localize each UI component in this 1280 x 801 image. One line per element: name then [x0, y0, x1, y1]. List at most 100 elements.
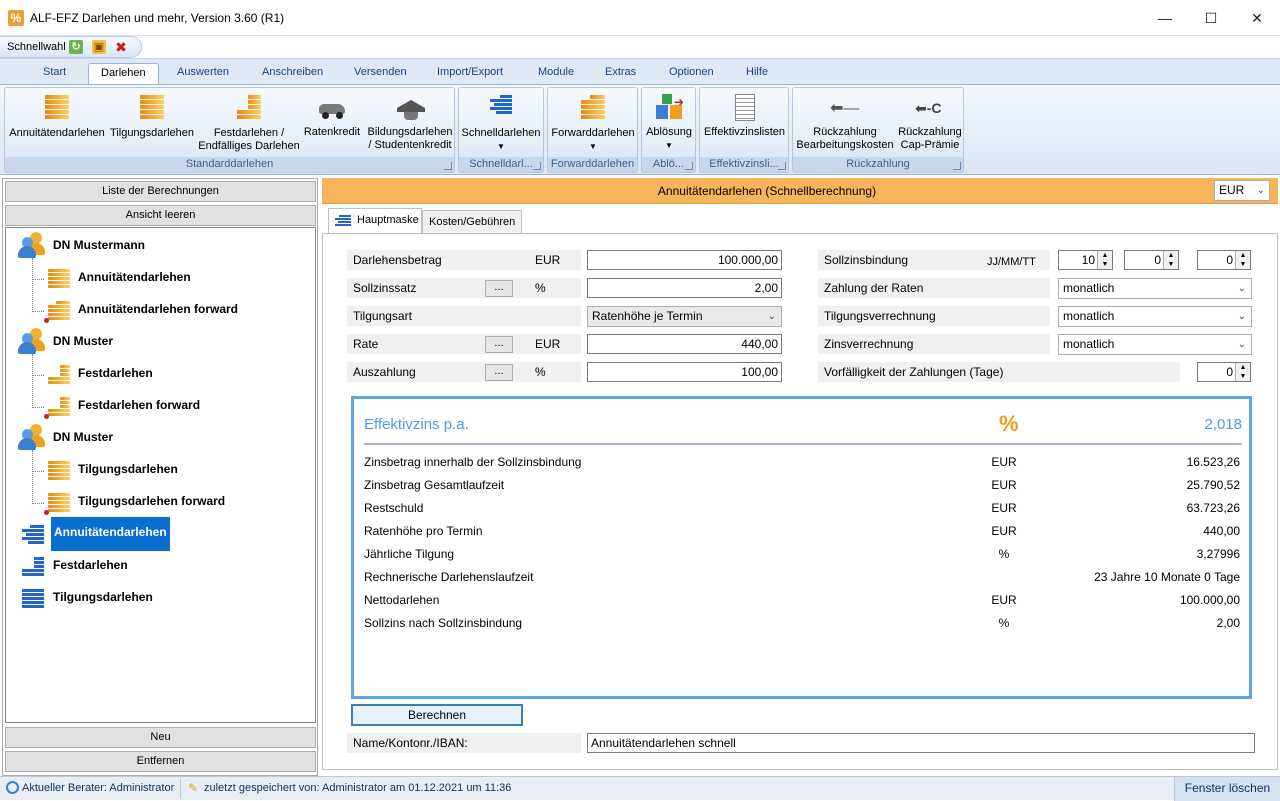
tree-item[interactable]: Tilgungsdarlehen [75, 459, 181, 479]
list-of-calculations-button[interactable]: Liste der Berechnungen [5, 181, 316, 202]
abloesung-button[interactable]: ➜ Ablösung ▼ [643, 94, 695, 152]
sollzinsbindung-years-stepper[interactable]: 10 ▲ ▼ [1058, 250, 1113, 270]
group-label-forwarddarlehen: Forwarddarlehen [548, 157, 637, 172]
clear-window-button[interactable]: Fenster löschen [1174, 777, 1280, 801]
result-value: 100.000,00 [1179, 593, 1240, 607]
zinsverrechnung-label: Zinsverrechnung [818, 334, 1050, 354]
tab-optionen[interactable]: Optionen [657, 63, 726, 85]
maximize-button[interactable]: ☐ [1188, 0, 1234, 36]
auszahlung-dots-button[interactable]: ... [485, 364, 513, 381]
result-value: 2,00 [1216, 616, 1240, 630]
car-icon [317, 94, 347, 122]
sollzinsbindung-days-stepper[interactable]: 0 ▲ ▼ [1197, 250, 1251, 270]
annuitaetendarlehen-button[interactable]: Annuitätendarlehen [7, 94, 107, 140]
berechnen-button[interactable]: Berechnen [351, 704, 523, 726]
group-schnelldarlehen: Schnelldarlehen ▼ Schnelldarl... [458, 87, 544, 173]
group-abloesung: ➜ Ablösung ▼ Ablö... [641, 87, 696, 173]
calculation-list-panel: Liste der Berechnungen Ansicht leeren DN… [2, 178, 318, 776]
festdarlehen-button[interactable]: Festdarlehen / Endfälliges Darlehen [197, 94, 301, 153]
result-unit: % [998, 547, 1010, 561]
darlehensbetrag-unit: EUR [535, 253, 561, 267]
blue-stack-icon [335, 214, 351, 228]
tree-customer[interactable]: DN Muster [50, 427, 116, 447]
zinsverrechnung-select[interactable]: monatlich ⌄ [1058, 334, 1252, 355]
result-label: Jährliche Tilgung [364, 547, 455, 561]
dialog-launcher-icon[interactable] [444, 162, 452, 170]
bildungsdarlehen-button[interactable]: Bildungsdarlehen / Studentenkredit [365, 94, 455, 152]
dialog-launcher-icon[interactable] [533, 162, 541, 170]
darlehensbetrag-input[interactable]: 100.000,00 [587, 250, 782, 270]
tilgungsart-select[interactable]: Ratenhöhe je Termin ⌄ [587, 306, 782, 327]
schnelldarlehen-button[interactable]: Schnelldarlehen ▼ [461, 94, 541, 153]
save-icon[interactable]: ▣ [92, 40, 106, 54]
tab-extras[interactable]: Extras [593, 63, 648, 85]
tilgungsdarlehen-button[interactable]: Tilgungsdarlehen [109, 94, 195, 140]
tab-anschreiben[interactable]: Anschreiben [250, 63, 335, 85]
chevron-down-icon: ⌄ [1237, 311, 1246, 322]
remove-button[interactable]: Entfernen [5, 751, 316, 772]
currency-select[interactable]: EUR ⌄ [1214, 180, 1270, 201]
group-effektivzinslisten: Effektivzinslisten Effektivzinsli... [699, 87, 789, 173]
zahlung-der-raten-label: Zahlung der Raten [818, 278, 1050, 298]
sollzinsbindung-unit: JJ/MM/TT [987, 256, 1036, 268]
delete-icon[interactable]: ✖ [114, 40, 128, 54]
result-unit: EUR [991, 524, 1017, 538]
tree-customer[interactable]: DN Muster [50, 331, 116, 351]
refresh-icon[interactable]: ↻ [69, 40, 83, 54]
sollzinsbindung-months-stepper[interactable]: 0 ▲ ▼ [1124, 250, 1179, 270]
vorfaelligkeit-stepper[interactable]: 0 ▲ ▼ [1197, 362, 1251, 382]
tab-auswerten[interactable]: Auswerten [165, 63, 241, 85]
tab-kosten-gebuehren[interactable]: Kosten/Gebühren [422, 210, 523, 234]
tree-customer[interactable]: DN Mustermann [50, 235, 148, 255]
tab-start[interactable]: Start [31, 63, 78, 85]
stepper-arrows-icon[interactable]: ▲ ▼ [1235, 251, 1250, 269]
blue-stack-icon [486, 95, 516, 123]
tab-hilfe[interactable]: Hilfe [734, 63, 780, 85]
close-window-button[interactable]: ✕ [1234, 0, 1280, 36]
tab-darlehen[interactable]: Darlehen [88, 63, 159, 85]
tree-item[interactable]: Festdarlehen [75, 363, 156, 383]
tree-item[interactable]: Annuitätendarlehen [75, 267, 194, 287]
dialog-launcher-icon[interactable] [685, 162, 693, 170]
calculation-tree: DN Mustermann Annuitätendarlehen Annuitä… [5, 227, 316, 723]
ratenkredit-button[interactable]: Ratenkredit [301, 94, 363, 139]
stepper-arrows-icon[interactable]: ▲ ▼ [1235, 363, 1250, 381]
stepper-arrows-icon[interactable]: ▲ ▼ [1163, 251, 1178, 269]
tree-item[interactable]: Annuitätendarlehen forward [75, 299, 241, 319]
tree-item[interactable]: Festdarlehen [50, 555, 131, 575]
tree-item[interactable]: Tilgungsdarlehen [50, 587, 156, 607]
new-button[interactable]: Neu [5, 727, 316, 748]
forward-dot-icon [44, 414, 49, 419]
tilgungsart-label: Tilgungsart [347, 306, 581, 326]
tilgungsverrechnung-select[interactable]: monatlich ⌄ [1058, 306, 1252, 327]
graduation-cap-icon [395, 94, 425, 122]
tab-module[interactable]: Module [526, 63, 586, 85]
vorfaelligkeit-label: Vorfälligkeit der Zahlungen (Tage) [818, 362, 1180, 382]
rueckzahlung-cap-praemie-button[interactable]: ⬅-C Rückzahlung Cap-Prämie [897, 94, 963, 152]
tab-import-export[interactable]: Import/Export [425, 63, 515, 85]
chevron-down-icon: ⌄ [1256, 185, 1265, 196]
forwarddarlehen-button[interactable]: Forwarddarlehen ▼ [550, 94, 636, 153]
tree-item[interactable]: Tilgungsdarlehen forward [75, 491, 228, 511]
tree-item-selected[interactable]: Annuitätendarlehen [51, 517, 170, 551]
dialog-launcher-icon[interactable] [953, 162, 961, 170]
rate-dots-button[interactable]: ... [485, 336, 513, 353]
stepper-arrows-icon[interactable]: ▲ ▼ [1097, 251, 1112, 269]
sollzinssatz-unit: % [535, 281, 546, 295]
zahlung-der-raten-select[interactable]: monatlich ⌄ [1058, 278, 1252, 299]
dialog-launcher-icon[interactable] [778, 162, 786, 170]
tab-versenden[interactable]: Versenden [342, 63, 419, 85]
sollzinssatz-dots-button[interactable]: ... [485, 280, 513, 297]
effektivzinslisten-button[interactable]: Effektivzinslisten [702, 94, 787, 139]
tab-hauptmaske[interactable]: Hauptmaske [328, 208, 422, 235]
tree-item[interactable]: Festdarlehen forward [75, 395, 203, 415]
rate-input[interactable]: 440,00 [587, 334, 782, 354]
coins-icon [46, 364, 72, 388]
coins-icon [46, 268, 72, 292]
name-input[interactable]: Annuitätendarlehen schnell [587, 733, 1255, 753]
rueckzahlung-bearbeitungskosten-button[interactable]: ⬅— Rückzahlung Bearbeitungskosten [795, 94, 895, 152]
auszahlung-input[interactable]: 100,00 [587, 362, 782, 382]
sollzinssatz-input[interactable]: 2,00 [587, 278, 782, 298]
clear-view-button[interactable]: Ansicht leeren [5, 205, 316, 226]
minimize-button[interactable]: — [1142, 0, 1188, 36]
